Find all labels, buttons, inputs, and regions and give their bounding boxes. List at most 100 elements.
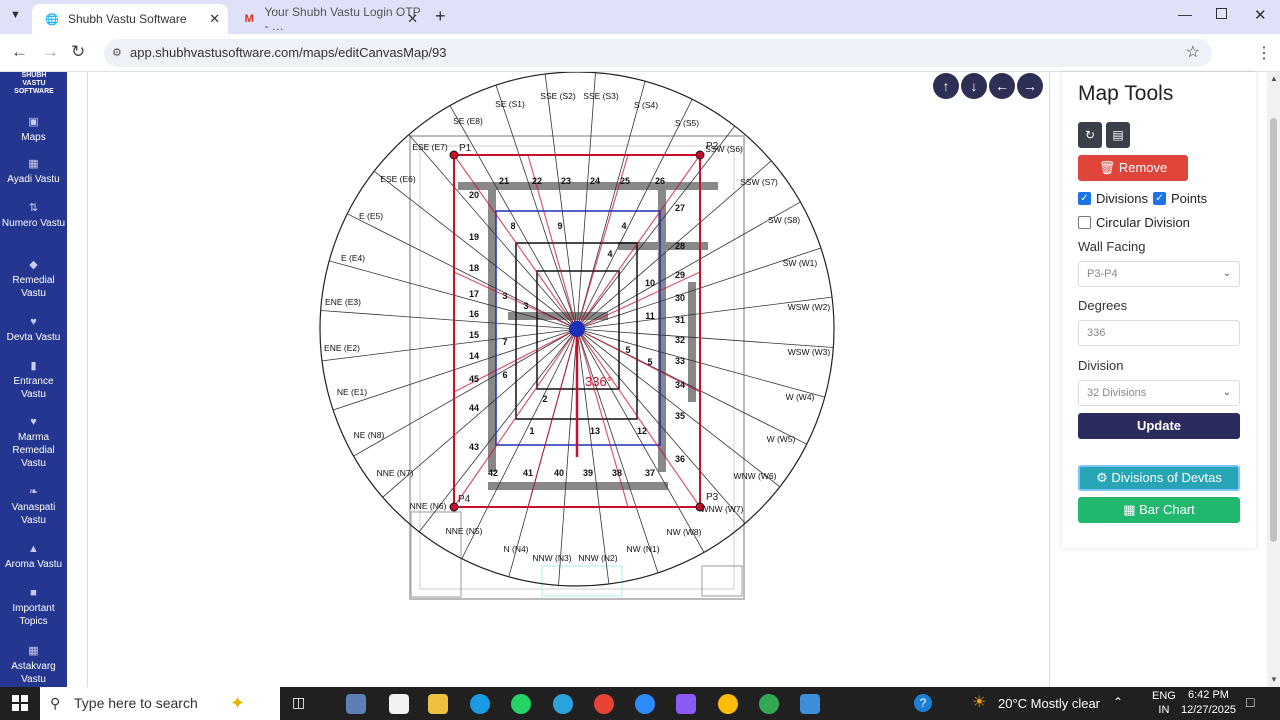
scroll-up-icon[interactable]: ▲ <box>1270 74 1278 83</box>
tab-shubh-vastu[interactable]: 🌐 Shubh Vastu Software ✕ <box>32 4 228 34</box>
chrome-icon[interactable] <box>594 694 614 714</box>
sidebar-item[interactable]: ♥ Devta Vastu <box>0 316 67 344</box>
weather-icon[interactable]: ☀ <box>972 692 986 712</box>
help-icon[interactable]: ? <box>914 694 932 712</box>
document-button[interactable]: ▤ <box>1106 122 1130 148</box>
url-field[interactable]: ⚙ app.shubhvastusoftware.com/maps/editCa… <box>104 39 1212 67</box>
copilot-icon[interactable] <box>676 694 696 714</box>
gear-icon: ⚙ <box>1096 470 1108 485</box>
windows-start-icon[interactable] <box>12 695 28 711</box>
division-line <box>321 328 578 362</box>
sidebar-item[interactable]: ▮ Entrance Vastu <box>0 360 67 401</box>
devta-number: 29 <box>675 270 685 280</box>
update-button[interactable]: Update <box>1078 413 1240 439</box>
bar-chart-button[interactable]: ▦ Bar Chart <box>1078 497 1240 523</box>
tab-list-chevron-icon[interactable]: ▼ <box>10 9 21 21</box>
close-tab-icon[interactable]: ✕ <box>407 11 418 27</box>
sidebar-item[interactable]: ▦ Astakvarg Vastu <box>0 645 67 686</box>
red-division-line <box>527 328 578 508</box>
menu-dots-icon[interactable]: ⋮ <box>1256 43 1272 63</box>
circular-label: Circular Division <box>1096 215 1190 230</box>
bookmark-star-icon[interactable]: ☆ <box>1186 39 1200 67</box>
leaf-icon: ❧ <box>28 486 39 498</box>
wall-facing-select[interactable]: P3-P4 ⌄ <box>1078 261 1240 287</box>
notification-icon[interactable]: □ <box>1246 694 1254 710</box>
devta-number: 20 <box>469 190 479 200</box>
degrees-input[interactable]: 336 <box>1078 320 1240 346</box>
url-text: app.shubhvastusoftware.com/maps/editCanv… <box>130 45 447 60</box>
clock-time[interactable]: 6:42 PM <box>1188 689 1229 701</box>
sidebar-item[interactable]: ■ Important Topics <box>0 587 67 628</box>
chrome-active-icon[interactable] <box>759 694 779 714</box>
close-window-icon[interactable]: ✕ <box>1254 6 1267 24</box>
divisions-checkbox[interactable]: ✓ Divisions <box>1078 191 1148 206</box>
weather-text[interactable]: 20°C Mostly clear <box>998 696 1100 711</box>
scroll-down-icon[interactable]: ▼ <box>1270 675 1278 684</box>
scrollbar-thumb[interactable] <box>1270 118 1277 542</box>
app-icon[interactable] <box>346 694 366 714</box>
back-icon[interactable]: ← <box>11 42 28 62</box>
sidebar-item[interactable]: ▣ Maps <box>0 116 67 144</box>
inner-number: 8 <box>510 221 515 231</box>
paint-icon[interactable] <box>800 694 820 714</box>
forward-icon[interactable]: → <box>42 42 59 62</box>
file-icon[interactable] <box>389 694 409 714</box>
circular-division-checkbox[interactable]: Circular Division <box>1078 215 1190 230</box>
division-line <box>558 328 578 586</box>
outer-division-label: W (W5) <box>767 434 796 444</box>
division-line <box>576 328 659 574</box>
reload-icon[interactable]: ↻ <box>71 42 85 62</box>
plan-wall <box>508 312 608 320</box>
chrome-icon[interactable] <box>718 694 738 714</box>
tab-gmail[interactable]: M Your Shubh Vastu Login OTP - … ✕ <box>230 4 426 34</box>
sidebar-item-label: Aroma Vastu <box>4 559 63 570</box>
plan-wall <box>488 182 496 472</box>
close-tab-icon[interactable]: ✕ <box>209 11 220 27</box>
new-tab-icon[interactable]: + <box>435 6 446 27</box>
telegram-icon[interactable] <box>553 694 573 714</box>
plan-box <box>701 565 743 597</box>
sidebar-item[interactable]: ♥ Marma Remedial Vastu <box>0 416 67 470</box>
task-view-icon[interactable]: ◫ <box>292 694 305 711</box>
taskbar-search[interactable]: ⚲ Type here to search ✦ <box>40 687 280 720</box>
page-scrollbar[interactable]: ▲ ▼ <box>1267 72 1280 687</box>
sidebar-item[interactable]: ◆ Remedial Vastu <box>0 259 67 300</box>
tab-bar: ▼ 🌐 Shubh Vastu Software ✕ M Your Shubh … <box>0 0 1280 34</box>
refresh-button[interactable]: ↻ <box>1078 122 1102 148</box>
devta-number: 45 <box>469 374 479 384</box>
vastu-chakra-map[interactable]: P1 P2P3P4336°N (N4)NNE (N5)NNE (N6)NNE (N… <box>88 72 1051 687</box>
sidebar-item[interactable]: ▦ Ayadi Vastu <box>0 158 67 186</box>
language-indicator[interactable]: ENG IN <box>1152 689 1176 717</box>
points-checkbox[interactable]: ✓ Points <box>1153 191 1207 206</box>
sidebar-item[interactable]: ❧ Vanaspati Vastu <box>0 486 67 527</box>
maximize-icon[interactable] <box>1216 8 1227 19</box>
outer-division-label: NNE (N5) <box>446 526 483 536</box>
edge-icon[interactable] <box>470 694 490 714</box>
sidebar-item-label: Ayadi Vastu <box>7 174 60 185</box>
remove-chakra-button[interactable]: 🗑 Remove Chakra <box>1078 155 1188 201</box>
canvas-area[interactable]: ↑ ↓ ← → P1 P2 P3 P4 336° N (N4) NNE (N5) NNE (N… <box>87 72 1050 687</box>
sidebar-item[interactable]: ⇅ Numero Vastu <box>0 202 67 230</box>
flame-icon: ♥ <box>30 316 37 328</box>
wall-facing-label: Wall Facing <box>1078 239 1146 254</box>
tray-chevron-icon[interactable]: ⌃ <box>1113 695 1123 709</box>
divisions-of-devtas-button[interactable]: ⚙ Divisions of Devtas <box>1078 465 1240 491</box>
sidebar-item-label: Entrance Vastu <box>13 376 54 400</box>
site-info-icon[interactable]: ⚙ <box>112 39 122 67</box>
chevron-down-icon: ⌄ <box>1222 268 1231 279</box>
division-line <box>576 328 834 348</box>
divisions-label: Divisions <box>1096 191 1149 206</box>
outer-division-label: WNW (W7) <box>701 504 744 514</box>
grid-icon: ▦ <box>28 645 39 657</box>
devta-number: 30 <box>675 293 685 303</box>
division-line <box>576 81 646 330</box>
minimize-icon[interactable]: — <box>1178 6 1192 22</box>
folder-icon[interactable] <box>428 694 448 714</box>
logo: SHUBH VASTU SOFTWARE <box>14 72 54 95</box>
outer-division-label: NNW (N2) <box>578 553 617 563</box>
zoom-icon[interactable] <box>635 694 655 714</box>
division-select[interactable]: 32 Divisions ⌄ <box>1078 380 1240 406</box>
whatsapp-icon[interactable] <box>511 694 531 714</box>
sidebar-item[interactable]: ▲ Aroma Vastu <box>0 543 67 571</box>
clock-date[interactable]: 12/27/2025 <box>1181 704 1236 716</box>
